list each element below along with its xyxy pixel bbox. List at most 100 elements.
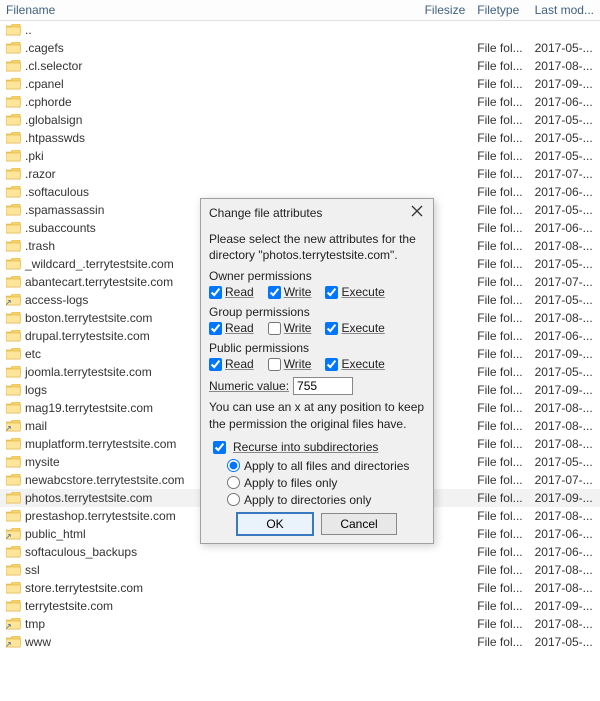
owner-write-checkbox[interactable]: Write (268, 285, 312, 299)
folder-icon (6, 276, 21, 288)
file-type: File fol... (471, 57, 528, 75)
file-lastmod: 2017-07-... (529, 165, 600, 183)
table-row[interactable]: ↗wwwFile fol...2017-05-... (0, 633, 600, 651)
folder-icon (6, 240, 21, 252)
file-type: File fol... (471, 147, 528, 165)
folder-icon (6, 402, 21, 414)
file-name: logs (25, 383, 47, 397)
file-lastmod: 2017-06-... (529, 93, 600, 111)
file-name: store.terrytestsite.com (25, 581, 143, 595)
table-row[interactable]: .globalsignFile fol...2017-05-... (0, 111, 600, 129)
group-read-checkbox[interactable]: Read (209, 321, 254, 335)
file-lastmod: 2017-05-... (529, 363, 600, 381)
file-type: File fol... (471, 129, 528, 147)
file-name: mysite (25, 455, 60, 469)
folder-icon (6, 114, 21, 126)
folder-icon: ↗ (6, 618, 21, 630)
owner-read-checkbox[interactable]: Read (209, 285, 254, 299)
table-row[interactable]: .htpasswdsFile fol...2017-05-... (0, 129, 600, 147)
file-lastmod: 2017-08-... (529, 309, 600, 327)
file-lastmod: 2017-05-... (529, 39, 600, 57)
file-type: File fol... (471, 111, 528, 129)
table-row[interactable]: store.terrytestsite.comFile fol...2017-0… (0, 579, 600, 597)
group-permissions-label: Group permissions (209, 305, 425, 319)
table-header-row: Filename Filesize Filetype Last mod... (0, 0, 600, 21)
table-row[interactable]: .razorFile fol...2017-07-... (0, 165, 600, 183)
file-type: File fol... (471, 633, 528, 651)
folder-icon (6, 222, 21, 234)
table-row[interactable]: .cpanelFile fol...2017-09-... (0, 75, 600, 93)
file-lastmod: 2017-05-... (529, 453, 600, 471)
dialog-title: Change file attributes (209, 206, 322, 220)
file-name: tmp (25, 617, 45, 631)
file-type: File fol... (471, 363, 528, 381)
file-name: etc (25, 347, 41, 361)
ok-button[interactable]: OK (237, 513, 313, 535)
file-name: ssl (25, 563, 40, 577)
col-header-filename[interactable]: Filename (0, 0, 419, 21)
folder-icon (6, 348, 21, 360)
folder-icon (6, 474, 21, 486)
close-icon[interactable] (409, 205, 425, 221)
table-row[interactable]: softaculous_backupsFile fol...2017-06-..… (0, 543, 600, 561)
file-lastmod: 2017-08-... (529, 435, 600, 453)
file-type (471, 21, 528, 40)
file-lastmod: 2017-05-... (529, 147, 600, 165)
folder-icon (6, 60, 21, 72)
table-row[interactable]: sslFile fol...2017-08-... (0, 561, 600, 579)
file-lastmod (529, 21, 600, 40)
file-type: File fol... (471, 291, 528, 309)
file-lastmod: 2017-05-... (529, 111, 600, 129)
public-execute-checkbox[interactable]: Execute (325, 357, 384, 371)
table-row[interactable]: .. (0, 21, 600, 40)
public-read-checkbox[interactable]: Read (209, 357, 254, 371)
table-row[interactable]: ↗tmpFile fol...2017-08-... (0, 615, 600, 633)
file-type: File fol... (471, 201, 528, 219)
file-name: .spamassassin (25, 203, 104, 217)
group-execute-checkbox[interactable]: Execute (325, 321, 384, 335)
file-lastmod: 2017-06-... (529, 183, 600, 201)
file-lastmod: 2017-06-... (529, 543, 600, 561)
table-row[interactable]: .cphordeFile fol...2017-06-... (0, 93, 600, 111)
cancel-button[interactable]: Cancel (321, 513, 397, 535)
group-write-checkbox[interactable]: Write (268, 321, 312, 335)
file-name: .cl.selector (25, 59, 82, 73)
apply-all-radio[interactable]: Apply to all files and directories (227, 459, 425, 473)
table-row[interactable]: terrytestsite.comFile fol...2017-09-... (0, 597, 600, 615)
table-row[interactable]: .pkiFile fol...2017-05-... (0, 147, 600, 165)
file-name: drupal.terrytestsite.com (25, 329, 150, 343)
numeric-value-label: Numeric value: (209, 379, 289, 393)
file-name: joomla.terrytestsite.com (25, 365, 152, 379)
folder-icon (6, 438, 21, 450)
public-write-checkbox[interactable]: Write (268, 357, 312, 371)
file-lastmod: 2017-05-... (529, 201, 600, 219)
file-name: photos.terrytestsite.com (25, 491, 152, 505)
folder-icon (6, 330, 21, 342)
file-type: File fol... (471, 183, 528, 201)
file-name: .cphorde (25, 95, 72, 109)
file-type: File fol... (471, 597, 528, 615)
file-name: softaculous_backups (25, 545, 137, 559)
table-row[interactable]: .cl.selector File fol...2017-08-... (0, 57, 600, 75)
apply-files-radio[interactable]: Apply to files only (227, 476, 425, 490)
table-row[interactable]: .cagefsFile fol...2017-05-... (0, 39, 600, 57)
file-name: abantecart.terrytestsite.com (25, 275, 173, 289)
recurse-checkbox[interactable]: Recurse into subdirectories (209, 438, 425, 457)
apply-dirs-radio[interactable]: Apply to directories only (227, 493, 425, 507)
numeric-value-input[interactable] (293, 377, 353, 395)
col-header-filesize[interactable]: Filesize (419, 0, 472, 21)
file-lastmod: 2017-08-... (529, 417, 600, 435)
file-type: File fol... (471, 345, 528, 363)
file-lastmod: 2017-07-... (529, 273, 600, 291)
col-header-lastmod[interactable]: Last mod... (529, 0, 600, 21)
col-header-filetype[interactable]: Filetype (471, 0, 528, 21)
file-type: File fol... (471, 309, 528, 327)
owner-execute-checkbox[interactable]: Execute (325, 285, 384, 299)
file-type: File fol... (471, 489, 528, 507)
file-name: mail (25, 419, 47, 433)
folder-icon (6, 150, 21, 162)
folder-icon (6, 312, 21, 324)
file-type: File fol... (471, 615, 528, 633)
folder-icon (6, 258, 21, 270)
file-lastmod: 2017-08-... (529, 57, 600, 75)
